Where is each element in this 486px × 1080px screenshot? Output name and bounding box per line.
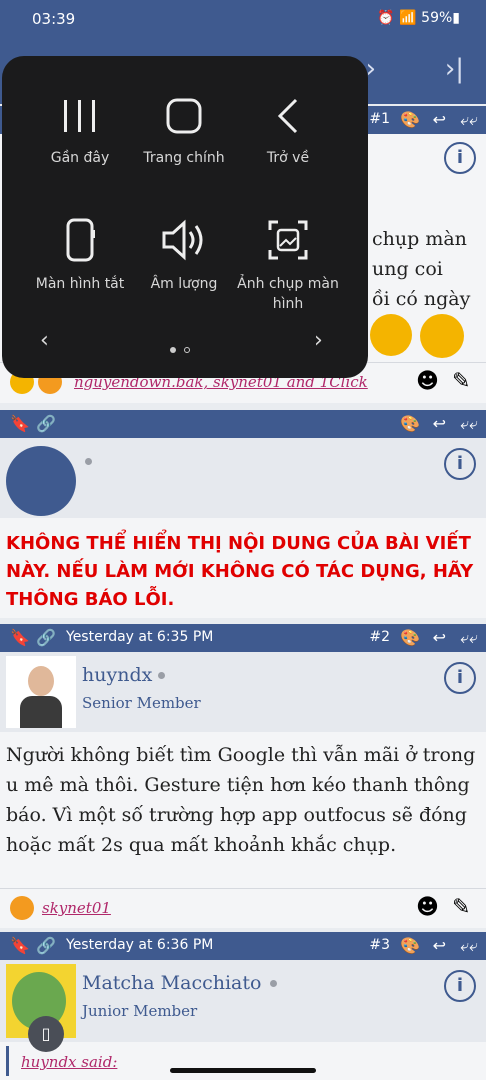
post-header-3: 🔖 🔗 Yesterday at 6:36 PM #3 🎨 ↩ ⤶⤶ <box>0 932 486 960</box>
user-title: Senior Member <box>82 694 201 712</box>
post-2: huyndx Senior Member i Người không biết … <box>0 652 486 928</box>
last-page-icon[interactable]: ›| <box>445 54 464 84</box>
menu-item-label: Ảnh chụp màn hình <box>237 276 339 312</box>
reply-icon[interactable]: ↩ <box>433 414 446 433</box>
reply-icon[interactable]: ↩ <box>433 628 446 647</box>
palette-icon[interactable]: 🎨 <box>400 414 420 433</box>
like-reaction-icon <box>10 896 34 920</box>
menu-item-label: Âm lượng <box>150 276 218 292</box>
back-icon <box>277 98 298 134</box>
status-bar: 03:39 ⏰ 📶 59%▮ <box>0 0 486 40</box>
user-row: huyndx Senior Member i <box>0 652 486 732</box>
post-hidden: i KHÔNG THỂ HIỂN THỊ NỘI DUNG CỦA BÀI VI… <box>0 438 486 618</box>
post-time[interactable]: Yesterday at 6:36 PM <box>66 937 213 953</box>
bookmark-icon[interactable]: 🔖 <box>10 414 30 433</box>
recents-icon <box>64 100 95 132</box>
menu-prev-page-icon[interactable]: ‹ <box>40 328 49 353</box>
menu-item-recents[interactable]: Gần đây <box>20 96 140 168</box>
user-title: Junior Member <box>82 1002 198 1020</box>
home-icon <box>166 98 202 134</box>
palette-icon[interactable]: 🎨 <box>400 628 420 647</box>
volume-icon <box>162 219 203 261</box>
username[interactable]: Matcha Macchiato <box>82 972 261 994</box>
info-icon[interactable]: i <box>444 448 476 480</box>
post-number[interactable]: #3 <box>369 937 390 953</box>
likes-users[interactable]: skynet01 <box>42 899 111 917</box>
post-number[interactable]: #2 <box>369 629 390 645</box>
status-icons: ⏰ 📶 59%▮ <box>377 10 460 26</box>
assistant-menu-floating-button[interactable]: ▯ <box>28 1016 64 1052</box>
gesture-home-bar[interactable] <box>170 1068 316 1073</box>
post-body: Người không biết tìm Google thì vẫn mãi … <box>6 744 476 856</box>
menu-item-screen-off[interactable]: Màn hình tắt <box>20 218 140 294</box>
info-icon[interactable]: i <box>444 142 476 174</box>
user-row: i <box>0 438 486 518</box>
menu-item-volume[interactable]: Âm lượng <box>124 218 244 294</box>
palette-icon[interactable]: 🎨 <box>400 936 420 955</box>
link-icon[interactable]: 🔗 <box>36 628 56 647</box>
menu-item-screenshot[interactable]: Ảnh chụp màn hình <box>228 218 348 314</box>
emoji-sticker <box>370 314 412 356</box>
reply-icon[interactable]: ↩ <box>433 110 446 129</box>
likes-row: skynet01 ☻ ✎ <box>0 888 486 929</box>
like-button-icon[interactable]: ☻ <box>416 369 439 394</box>
screenshot-icon <box>268 220 308 260</box>
reply-all-icon[interactable]: ⤶⤶ <box>460 414 478 434</box>
bookmark-icon[interactable]: 🔖 <box>10 936 30 955</box>
menu-item-label: Trở về <box>266 150 310 166</box>
screen-off-icon <box>66 218 95 262</box>
reply-icon[interactable]: ↩ <box>433 936 446 955</box>
menu-page-indicator <box>166 338 194 357</box>
page-dot-active <box>170 347 176 353</box>
quote-button-icon[interactable]: ✎ <box>452 895 470 920</box>
battery-level: 59% <box>421 10 453 26</box>
avatar[interactable] <box>6 446 76 516</box>
info-icon[interactable]: i <box>444 970 476 1002</box>
link-icon[interactable]: 🔗 <box>36 936 56 955</box>
assistant-menu: Gần đây Trang chính Trở về Màn hình tắt … <box>2 56 368 378</box>
menu-item-back[interactable]: Trở về <box>228 96 348 168</box>
menu-next-page-icon[interactable]: › <box>314 328 323 353</box>
menu-item-label: Màn hình tắt <box>35 276 125 292</box>
online-status-dot <box>85 458 92 465</box>
status-time: 03:39 <box>32 10 76 28</box>
like-button-icon[interactable]: ☻ <box>416 895 439 920</box>
online-status-dot <box>270 980 277 987</box>
reply-all-icon[interactable]: ⤶⤶ <box>460 110 478 130</box>
post-header-hidden: 🔖 🔗 🎨 ↩ ⤶⤶ <box>0 410 486 438</box>
avatar[interactable] <box>6 656 76 728</box>
emoji-sticker <box>420 314 464 358</box>
bookmark-icon[interactable]: 🔖 <box>10 628 30 647</box>
palette-icon[interactable]: 🎨 <box>400 110 420 129</box>
username[interactable]: huyndx <box>82 664 152 686</box>
menu-item-label: Gần đây <box>50 150 110 166</box>
link-icon[interactable]: 🔗 <box>36 414 56 433</box>
post-error-message: KHÔNG THỂ HIỂN THỊ NỘI DUNG CỦA BÀI VIẾT… <box>6 533 474 610</box>
quote-button-icon[interactable]: ✎ <box>452 369 470 394</box>
user-row: Matcha Macchiato Junior Member i <box>0 960 486 1042</box>
post-header-2: 🔖 🔗 Yesterday at 6:35 PM #2 🎨 ↩ ⤶⤶ <box>0 624 486 652</box>
post-3: Matcha Macchiato Junior Member i huyndx … <box>0 960 486 1080</box>
reply-all-icon[interactable]: ⤶⤶ <box>460 936 478 956</box>
post-body-partial: chụp màn ung coi ồi có ngày <box>372 228 471 310</box>
quote-author[interactable]: huyndx said: <box>21 1053 117 1071</box>
page-dot <box>184 347 190 353</box>
reply-all-icon[interactable]: ⤶⤶ <box>460 628 478 648</box>
menu-item-home[interactable]: Trang chính <box>124 96 244 168</box>
online-status-dot <box>158 672 165 679</box>
post-time[interactable]: Yesterday at 6:35 PM <box>66 629 213 645</box>
menu-item-label: Trang chính <box>143 150 225 166</box>
post-number[interactable]: #1 <box>369 111 390 127</box>
info-icon[interactable]: i <box>444 662 476 694</box>
